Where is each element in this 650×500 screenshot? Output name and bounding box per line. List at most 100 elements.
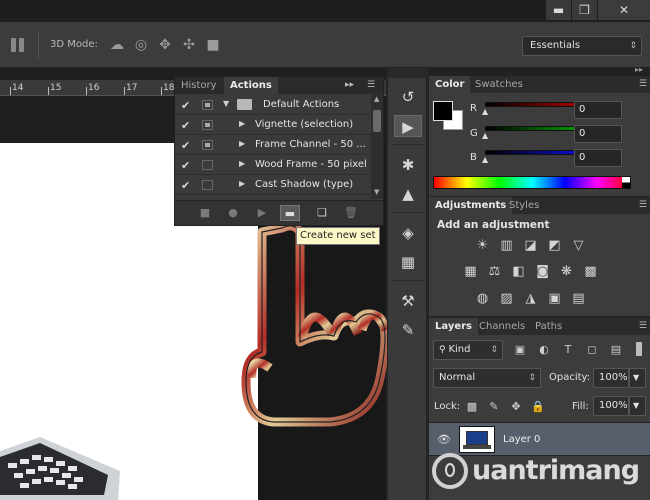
scroll-down-icon[interactable]: ▼: [374, 188, 379, 196]
lock-transparent-icon[interactable]: ▩: [465, 400, 479, 414]
filter-adjustment-icon[interactable]: ◐: [537, 343, 551, 357]
photo-filter-icon[interactable]: ◙: [534, 263, 551, 280]
gradient-map-icon[interactable]: ▤: [570, 290, 587, 307]
scroll-thumb[interactable]: [373, 110, 381, 132]
lock-image-icon[interactable]: ✎: [487, 400, 501, 414]
brightness-contrast-icon[interactable]: ☀: [474, 237, 491, 254]
curves-icon[interactable]: ◪: [522, 237, 539, 254]
expand-arrow-icon[interactable]: ▶: [239, 179, 245, 188]
layer-row[interactable]: 👁 Layer 0: [429, 422, 650, 456]
collapse-icon[interactable]: ▸▸: [635, 65, 643, 74]
exposure-icon[interactable]: ◩: [546, 237, 563, 254]
fill-input[interactable]: 100%: [593, 396, 629, 416]
action-row[interactable]: ✔ ▼ Default Actions: [175, 95, 371, 115]
slider-thumb-icon[interactable]: ▲: [482, 131, 488, 140]
tab-actions[interactable]: Actions: [224, 77, 278, 94]
panel-menu-icon[interactable]: ☰: [639, 79, 647, 89]
brush-presets-icon[interactable]: ✱: [394, 154, 422, 176]
red-value-input[interactable]: 0: [574, 101, 622, 119]
check-icon[interactable]: ✔: [181, 159, 190, 172]
vibrance-icon[interactable]: ▽: [570, 237, 587, 254]
slider-thumb-icon[interactable]: ▲: [482, 107, 488, 116]
scroll-up-icon[interactable]: ▲: [374, 95, 379, 103]
play-icon[interactable]: ▶: [252, 205, 272, 221]
check-icon[interactable]: ✔: [181, 99, 190, 112]
eye-icon[interactable]: 👁: [437, 433, 451, 446]
record-icon[interactable]: ●: [223, 205, 243, 221]
dialog-toggle-icon[interactable]: [202, 180, 213, 190]
blend-mode-select[interactable]: Normal ⇕: [433, 368, 541, 388]
create-new-action-icon[interactable]: ❏: [312, 205, 332, 221]
actions-panel-icon[interactable]: ▶: [394, 115, 422, 137]
foreground-color-swatch[interactable]: [433, 101, 453, 121]
posterize-icon[interactable]: ▨: [498, 290, 515, 307]
filter-type-icon[interactable]: T: [561, 343, 575, 357]
hue-saturation-icon[interactable]: ▦: [462, 263, 479, 280]
action-row[interactable]: ✔ ▶ Frame Channel - 50 ...: [175, 135, 371, 155]
blue-value-input[interactable]: 0: [574, 149, 622, 167]
restore-icon[interactable]: ❐: [571, 0, 597, 20]
3d-pan-icon[interactable]: ✥: [156, 36, 174, 54]
histogram-icon[interactable]: ▲: [394, 183, 422, 205]
tab-adjustments[interactable]: Adjustments: [429, 197, 513, 214]
filter-smart-object-icon[interactable]: ▤: [609, 343, 623, 357]
clone-source-icon[interactable]: ✎: [394, 319, 422, 341]
create-new-set-button[interactable]: ▬: [280, 205, 300, 221]
history-panel-icon[interactable]: ↺: [394, 86, 422, 108]
black-white-icon[interactable]: ◧: [510, 263, 527, 280]
tab-styles[interactable]: Styles: [503, 197, 545, 214]
check-icon[interactable]: ✔: [181, 119, 190, 132]
expand-arrow-icon[interactable]: ▶: [239, 159, 245, 168]
dialog-toggle-icon[interactable]: [202, 160, 213, 170]
layer-filter-kind-select[interactable]: ⚲ Kind ⇕: [433, 340, 503, 360]
panel-menu-icon[interactable]: ☰: [639, 200, 647, 210]
green-value-input[interactable]: 0: [574, 125, 622, 143]
dialog-toggle-icon[interactable]: [202, 120, 213, 130]
filter-shape-icon[interactable]: ◻: [585, 343, 599, 357]
tool-presets-icon[interactable]: ⚒: [394, 290, 422, 312]
panel-menu-icon[interactable]: ☰: [367, 80, 375, 90]
opacity-dropdown-icon[interactable]: ▼: [629, 368, 646, 388]
opacity-input[interactable]: 100%: [593, 368, 629, 388]
lock-position-icon[interactable]: ✥: [509, 400, 523, 414]
tab-paths[interactable]: Paths: [529, 318, 568, 335]
slider-thumb-icon[interactable]: ▲: [482, 155, 488, 164]
stop-icon[interactable]: ■: [195, 205, 215, 221]
lock-all-icon[interactable]: 🔒: [531, 400, 545, 414]
filter-pixel-icon[interactable]: ▣: [513, 343, 527, 357]
check-icon[interactable]: ✔: [181, 179, 190, 192]
tab-channels[interactable]: Channels: [473, 318, 531, 335]
color-balance-icon[interactable]: ⚖: [486, 263, 503, 280]
collapse-icon[interactable]: ▸▸: [345, 80, 354, 90]
properties-icon[interactable]: ▦: [394, 251, 422, 273]
delete-icon[interactable]: 🗑: [341, 205, 361, 221]
invert-icon[interactable]: ◍: [474, 290, 491, 307]
expand-arrow-icon[interactable]: ▶: [239, 119, 245, 128]
dialog-toggle-icon[interactable]: [202, 140, 213, 150]
tab-color[interactable]: Color: [429, 76, 471, 93]
color-lookup-icon[interactable]: ▩: [582, 263, 599, 280]
expand-arrow-icon[interactable]: ▼: [223, 99, 229, 108]
fill-dropdown-icon[interactable]: ▼: [629, 396, 646, 416]
actions-scrollbar[interactable]: ▲ ▼: [371, 94, 383, 199]
3d-orbit-icon[interactable]: ☁: [108, 36, 126, 54]
channel-mixer-icon[interactable]: ❋: [558, 263, 575, 280]
3d-slide-icon[interactable]: ✣: [180, 36, 198, 54]
levels-icon[interactable]: ▥: [498, 237, 515, 254]
action-row[interactable]: ✔ ▶ Wood Frame - 50 pixel: [175, 155, 371, 175]
threshold-icon[interactable]: ◮: [522, 290, 539, 307]
action-row[interactable]: ✔ ▶ Cast Shadow (type): [175, 175, 371, 195]
check-icon[interactable]: ✔: [181, 139, 190, 152]
3d-panel-icon[interactable]: ◈: [394, 222, 422, 244]
panel-menu-icon[interactable]: ☰: [639, 321, 647, 331]
3d-camera-icon[interactable]: ■: [204, 36, 222, 54]
close-icon[interactable]: ✕: [597, 0, 650, 20]
tab-swatches[interactable]: Swatches: [469, 76, 529, 93]
minimize-icon[interactable]: ▬: [545, 0, 571, 20]
tab-history[interactable]: History: [175, 77, 223, 94]
workspace-select[interactable]: Essentials ⇕: [522, 36, 642, 56]
tab-layers[interactable]: Layers: [429, 318, 478, 335]
3d-roll-icon[interactable]: ◎: [132, 36, 150, 54]
filter-toggle[interactable]: [636, 342, 642, 356]
align-distribute-icon[interactable]: [10, 36, 26, 54]
